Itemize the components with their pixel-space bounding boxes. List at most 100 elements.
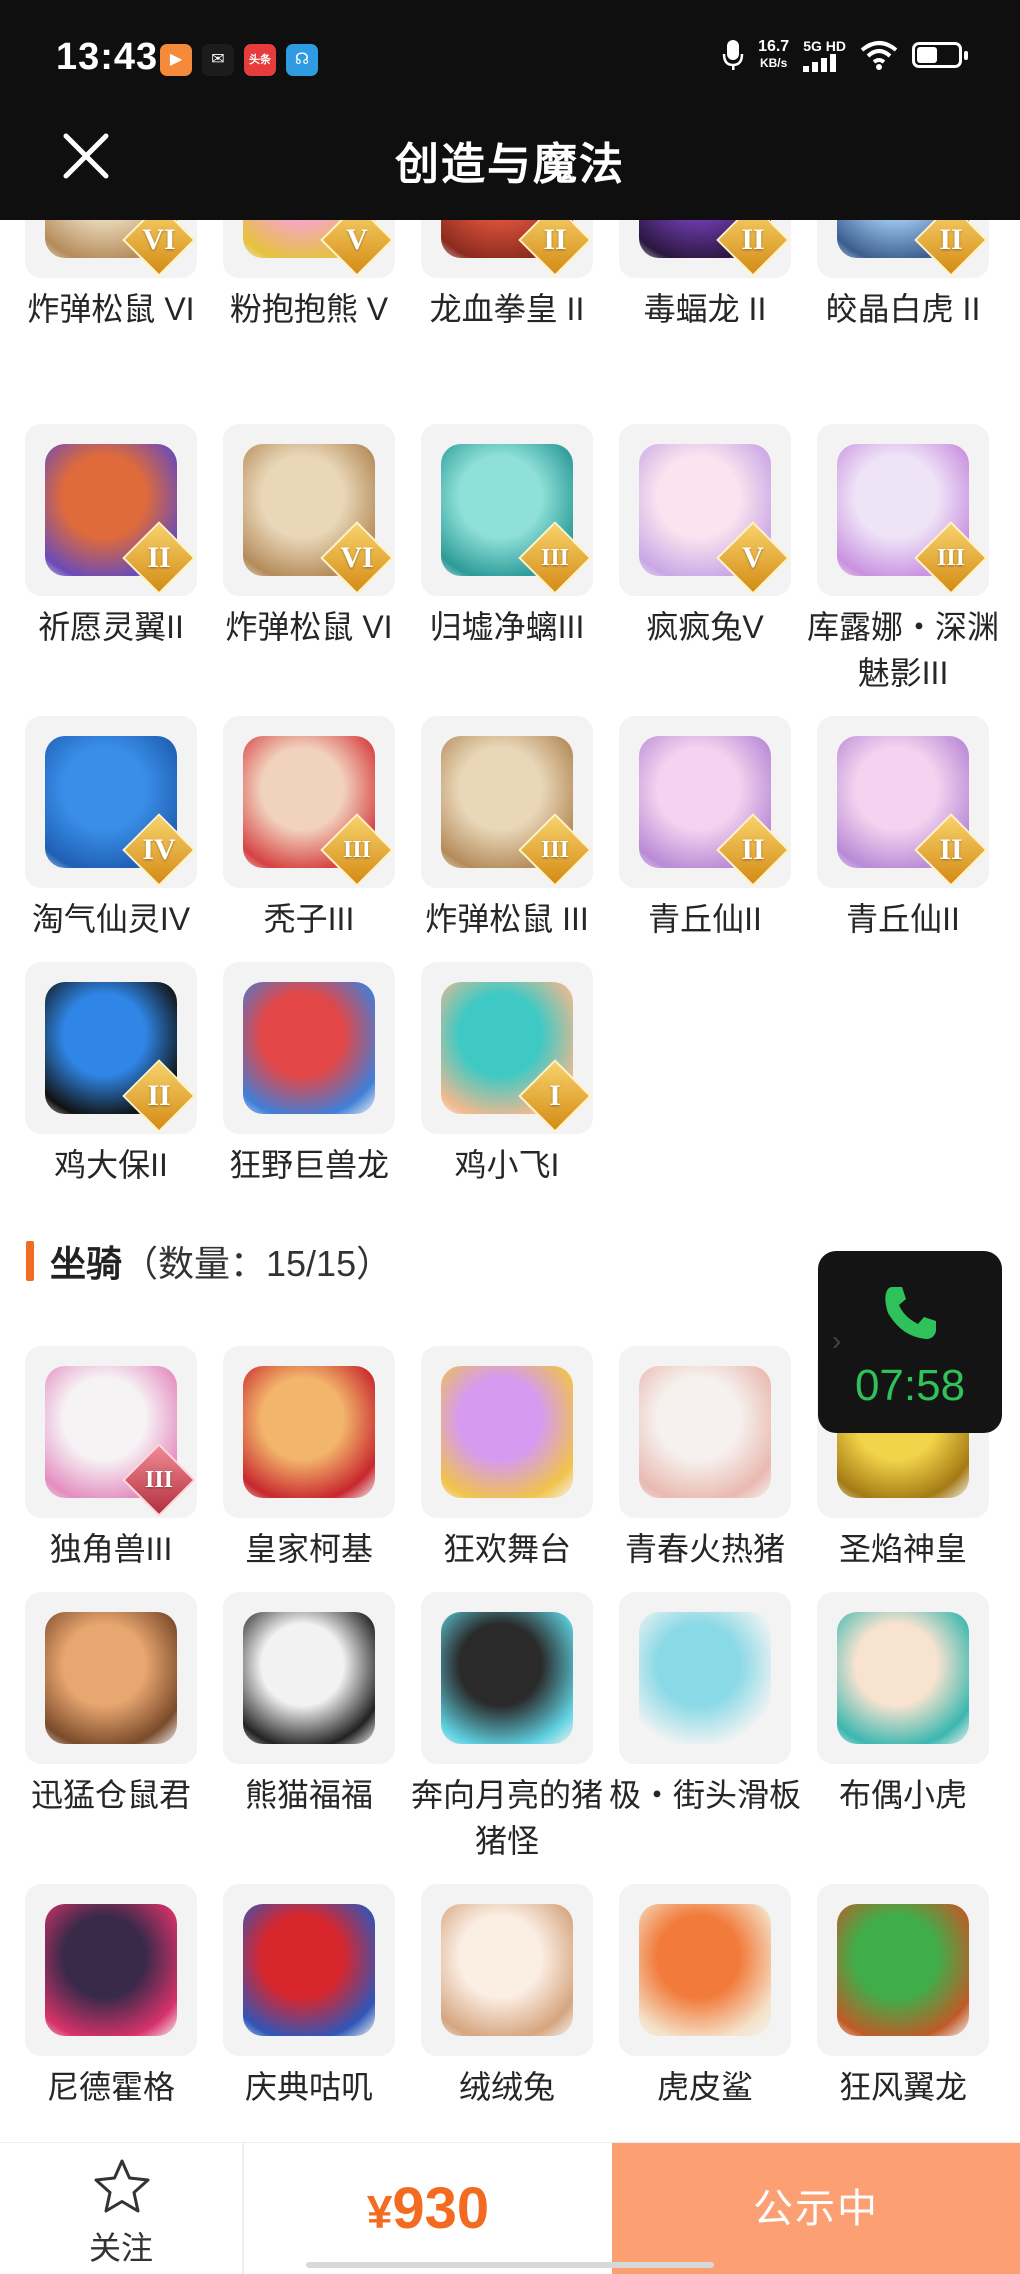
item-artwork	[243, 1366, 375, 1498]
grid-item[interactable]: 庆典咕叽	[211, 1884, 407, 2110]
item-thumbnail	[25, 1884, 197, 2056]
item-label: 粉抱抱熊 V	[229, 291, 389, 327]
item-artwork	[837, 1904, 969, 2036]
item-artwork	[441, 1612, 573, 1744]
grid-item[interactable]: 迅猛仓鼠君	[13, 1592, 209, 1818]
status-app-icons: ▶ ✉ 头条 ☊	[160, 44, 318, 76]
grid-item[interactable]: I 鸡小飞I	[409, 962, 605, 1188]
price-display: ¥930	[244, 2143, 612, 2274]
network-type: 5G HD	[803, 38, 846, 54]
grade-badge-text: III	[342, 837, 372, 863]
grid-item[interactable]: III 独角兽III	[13, 1346, 209, 1572]
grid-item[interactable]: 狂野巨兽龙	[211, 962, 407, 1188]
grade-badge-text: II	[939, 223, 963, 256]
microphone-icon	[722, 40, 744, 70]
grid-item[interactable]: 布偶小虎	[805, 1592, 1001, 1818]
grid-item[interactable]: 狂欢舞台	[409, 1346, 605, 1572]
grade-badge-text: III	[936, 545, 966, 571]
grid-item[interactable]: III 秃子III	[211, 716, 407, 942]
item-thumbnail: IV	[25, 716, 197, 888]
item-thumbnail	[421, 1346, 593, 1518]
grid-item[interactable]: 皇家柯基	[211, 1346, 407, 1572]
call-floating-widget[interactable]: › 07:58	[818, 1251, 1002, 1433]
grade-badge-text: III	[540, 837, 570, 863]
grid-item[interactable]: III 炸弹松鼠 III	[409, 716, 605, 942]
item-thumbnail	[223, 1884, 395, 2056]
item-thumbnail	[25, 1592, 197, 1764]
grid-item[interactable]: II 鸡大保II	[13, 962, 209, 1188]
wechat-icon: ✉	[202, 44, 234, 76]
item-label: 龙血拳皇 II	[429, 291, 585, 327]
item-artwork	[639, 1904, 771, 2036]
item-thumbnail	[817, 1884, 989, 2056]
grid-item[interactable]: VI 炸弹松鼠 VI	[211, 424, 407, 650]
item-label: 炸弹松鼠 VI	[27, 291, 195, 327]
item-label: 皇家柯基	[244, 1531, 373, 1567]
item-thumbnail	[619, 1592, 791, 1764]
grid-item[interactable]: 青春火热猪	[607, 1346, 803, 1572]
wifi-icon	[860, 41, 898, 70]
grid-item[interactable]: VI 炸弹松鼠 VI	[13, 220, 209, 332]
item-artwork	[639, 1612, 771, 1744]
grid-item[interactable]: 虎皮鲨	[607, 1884, 803, 2110]
item-artwork	[243, 1904, 375, 2036]
item-thumbnail: III	[421, 716, 593, 888]
item-thumbnail: VI	[223, 424, 395, 596]
grid-item[interactable]: II 青丘仙II	[607, 716, 803, 942]
item-label: 极・街头滑板	[608, 1777, 801, 1813]
item-thumbnail: III	[421, 424, 593, 596]
grid-item[interactable]: V 粉抱抱熊 V	[211, 220, 407, 332]
grade-badge-text: III	[144, 1467, 174, 1493]
grid-item[interactable]: II 青丘仙II	[805, 716, 1001, 942]
home-indicator	[306, 2262, 714, 2268]
item-label: 庆典咕叽	[244, 2069, 373, 2105]
item-thumbnail	[223, 962, 395, 1134]
item-artwork	[45, 1612, 177, 1744]
item-thumbnail: I	[421, 962, 593, 1134]
status-time: 13:43	[56, 36, 159, 78]
grid-item[interactable]: II 祈愿灵翼II	[13, 424, 209, 650]
item-label: 熊猫福福	[244, 1777, 373, 1813]
follow-button[interactable]: 关注	[0, 2143, 244, 2274]
item-label: 鸡大保II	[54, 1147, 168, 1183]
grid-item[interactable]: 尼德霍格	[13, 1884, 209, 2110]
grid-item[interactable]: III 库露娜・深渊魅影III	[805, 424, 1001, 696]
item-label: 鸡小飞I	[454, 1147, 560, 1183]
grade-badge-text: II	[543, 223, 567, 256]
price-value: 930	[392, 2176, 490, 2241]
grid-item[interactable]: II 皎晶白虎 II	[805, 220, 1001, 332]
item-thumbnail: VI	[25, 220, 197, 278]
item-label: 狂野巨兽龙	[228, 1147, 389, 1183]
item-artwork	[45, 1904, 177, 2036]
grid-item[interactable]: V 疯疯兔V	[607, 424, 803, 650]
item-artwork	[441, 1904, 573, 2036]
grid-item[interactable]: II 龙血拳皇 II	[409, 220, 605, 332]
chevron-right-icon: ›	[832, 1325, 842, 1356]
grid-item[interactable]: 熊猫福福	[211, 1592, 407, 1818]
content-scroll-area[interactable]: VI 炸弹松鼠 VI V 粉抱抱熊 V II 龙血拳皇 II II 毒蝠龙 II II 皎晶白虎 …	[0, 220, 1020, 2142]
currency-symbol: ¥	[366, 2186, 393, 2238]
grid-item[interactable]: 奔向月亮的猪猪怪	[409, 1592, 605, 1864]
item-label: 圣焰神皇	[838, 1531, 967, 1567]
item-label: 青春火热猪	[624, 1531, 785, 1567]
item-thumbnail: V	[619, 424, 791, 596]
star-icon	[94, 2159, 150, 2213]
item-label: 青丘仙II	[648, 901, 762, 937]
item-label: 祈愿灵翼II	[38, 609, 184, 645]
item-thumbnail	[421, 1884, 593, 2056]
grid-item[interactable]: III 归墟净螭III	[409, 424, 605, 650]
grid-item[interactable]: 极・街头滑板	[607, 1592, 803, 1818]
grid-item[interactable]: II 毒蝠龙 II	[607, 220, 803, 332]
bottom-action-bar: 关注 ¥930 公示中	[0, 2142, 1020, 2274]
item-label: 虎皮鲨	[656, 2069, 753, 2105]
grid-item[interactable]: 绒绒兔	[409, 1884, 605, 2110]
grid-item[interactable]: 狂风翼龙	[805, 1884, 1001, 2110]
item-label: 布偶小虎	[838, 1777, 967, 1813]
item-thumbnail: II	[817, 220, 989, 278]
grade-badge-text: I	[549, 1079, 561, 1112]
publicity-status-button[interactable]: 公示中	[612, 2143, 1020, 2274]
grid-item[interactable]: IV 淘气仙灵IV	[13, 716, 209, 942]
item-label: 狂风翼龙	[838, 2069, 967, 2105]
cell-signal-icon: 5G HD	[803, 38, 846, 72]
item-label: 绒绒兔	[458, 2069, 555, 2105]
